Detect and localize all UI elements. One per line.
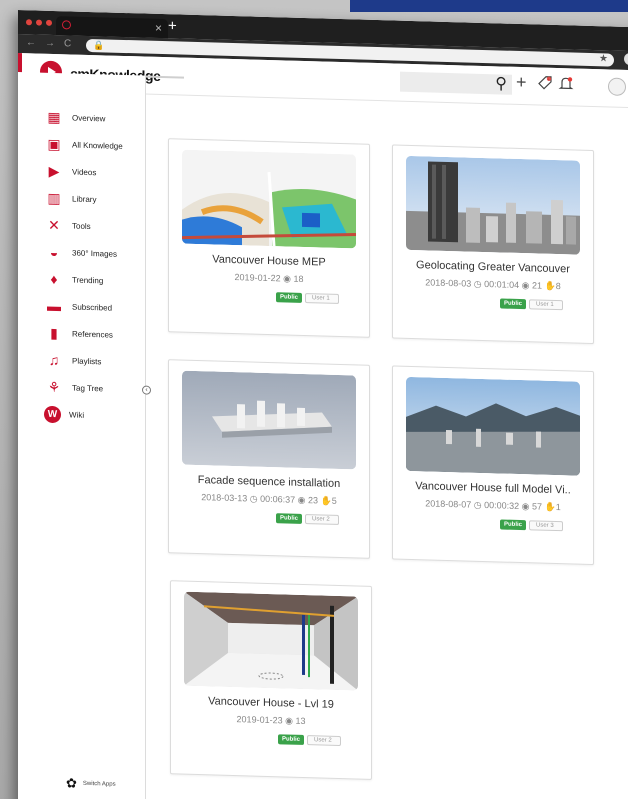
- sidebar-item-label: Trending: [72, 275, 104, 285]
- sidebar-item-label: All Knowledge: [72, 140, 123, 151]
- public-badge: Public: [276, 513, 303, 524]
- card-tags: Public User 1: [500, 298, 563, 311]
- tools-icon: ✕: [48, 216, 60, 233]
- panorama-icon: ◒: [49, 243, 59, 261]
- user-tag[interactable]: User 2: [305, 514, 339, 525]
- sidebar-item-label: Wiki: [69, 409, 85, 420]
- sidebar-item-label: Playlists: [72, 356, 102, 366]
- sidebar-item-tag-tree[interactable]: ⚘ Tag Tree: [44, 377, 144, 400]
- forward-icon[interactable]: →: [45, 38, 55, 49]
- card-meta: 2019-01-23 ◉ 13: [236, 714, 306, 727]
- wiki-icon: W: [44, 405, 61, 423]
- user-tag[interactable]: User 3: [529, 520, 563, 532]
- apps-grid-icon: ✿: [66, 775, 77, 791]
- sidebar-item-wiki[interactable]: W Wiki: [44, 404, 144, 427]
- card-tags: Public User 3: [500, 519, 563, 532]
- library-icon: ▥: [47, 189, 61, 206]
- content-card[interactable]: Vancouver House MEP 2019-01-22 ◉ 18 Publ…: [168, 138, 370, 338]
- browser-window: × + ← → C 🔒 ★ cmKnowledge ⚲ +: [18, 10, 628, 799]
- public-badge: Public: [500, 519, 527, 531]
- video-icon: ▶: [48, 162, 60, 179]
- sidebar-item-360-images[interactable]: ◒ 360° Images: [44, 242, 144, 265]
- background-banner: [350, 0, 628, 12]
- content-card[interactable]: Facade sequence installation 2018-03-13 …: [168, 359, 370, 559]
- browser-account-icon[interactable]: [624, 52, 628, 66]
- sidebar-item-tools[interactable]: ✕ Tools: [44, 215, 144, 238]
- card-tags: Public User 2: [278, 734, 341, 747]
- tag-tree-icon: ⚘: [47, 378, 61, 395]
- sidebar-item-subscribed[interactable]: ▬ Subscribed: [44, 296, 144, 319]
- tag-icon[interactable]: [537, 74, 553, 95]
- bookmark-icon: ▮: [50, 324, 58, 341]
- sidebar-item-references[interactable]: ▮ References: [44, 323, 144, 346]
- bookmark-star-icon[interactable]: ★: [599, 53, 608, 64]
- card-title[interactable]: Geolocating Greater Vancouver: [399, 259, 587, 276]
- sidebar-item-trending[interactable]: ♦ Trending: [44, 269, 144, 292]
- sidebar-item-label: Videos: [72, 167, 97, 177]
- user-tag[interactable]: User 2: [307, 735, 341, 747]
- sidebar: ▦ Overview ▣ All Knowledge ▶ Videos ▥ Librar…: [18, 72, 146, 799]
- sidebar-item-videos[interactable]: ▶ Videos: [44, 161, 144, 184]
- card-title[interactable]: Vancouver House full Model Vi..: [399, 480, 587, 497]
- playlist-icon: ♫: [48, 351, 60, 369]
- browser-nav: ← → C: [26, 37, 71, 49]
- sidebar-item-label: Overview: [72, 113, 106, 123]
- sidebar-item-overview[interactable]: ▦ Overview: [44, 107, 144, 130]
- card-title[interactable]: Vancouver House - Lvl 19: [177, 694, 365, 711]
- public-badge: Public: [276, 292, 303, 303]
- reload-icon[interactable]: C: [64, 38, 71, 49]
- user-avatar[interactable]: [608, 77, 626, 96]
- card-meta: 2018-08-07 ◷ 00:00:32 ◉ 57 ✋1: [425, 498, 561, 513]
- card-meta: 2018-08-03 ◷ 00:01:04 ◉ 21 ✋8: [425, 277, 561, 292]
- tab-favicon-icon: [62, 20, 71, 30]
- content-card[interactable]: Vancouver House full Model Vi.. 2018-08-…: [392, 365, 594, 566]
- bell-icon[interactable]: [558, 75, 574, 96]
- sidebar-item-label: References: [72, 329, 113, 340]
- card-thumbnail: [406, 376, 580, 476]
- window-controls[interactable]: [26, 19, 52, 26]
- sidebar-item-label: 360° Images: [72, 248, 118, 259]
- sidebar-item-label: Library: [72, 194, 97, 204]
- sidebar-item-label: Tag Tree: [72, 383, 104, 393]
- user-tag[interactable]: User 1: [305, 293, 339, 304]
- sidebar-item-library[interactable]: ▥ Library: [44, 188, 144, 211]
- lock-icon: 🔒: [93, 40, 105, 51]
- sidebar-item-label: Subscribed: [72, 302, 113, 313]
- switch-apps-label: Switch Apps: [82, 780, 116, 788]
- subscribe-icon: ▬: [47, 297, 61, 315]
- flame-icon: ♦: [50, 270, 58, 288]
- card-thumbnail: [184, 591, 358, 691]
- tab-close-icon[interactable]: ×: [155, 21, 162, 35]
- switch-apps-button[interactable]: ✿ Switch Apps: [66, 775, 116, 792]
- sidebar-item-playlists[interactable]: ♫ Playlists: [44, 350, 144, 373]
- card-meta: 2019-01-22 ◉ 18: [234, 272, 304, 284]
- card-thumbnail: [182, 370, 356, 470]
- new-tab-button[interactable]: +: [168, 17, 177, 34]
- card-meta: 2018-03-13 ◷ 00:06:37 ◉ 23 ✋5: [201, 492, 337, 506]
- knowledge-icon: ▣: [47, 135, 61, 152]
- card-tags: Public User 1: [276, 292, 339, 304]
- card-thumbnail: [406, 155, 580, 255]
- card-tags: Public User 2: [276, 513, 339, 525]
- search-icon[interactable]: ⚲: [495, 73, 507, 93]
- user-tag[interactable]: User 1: [529, 299, 563, 311]
- screenshot-stage: × + ← → C 🔒 ★ cmKnowledge ⚲ +: [0, 0, 628, 799]
- sidebar-item-all-knowledge[interactable]: ▣ All Knowledge: [44, 134, 144, 157]
- public-badge: Public: [278, 734, 305, 745]
- card-title[interactable]: Facade sequence installation: [175, 473, 363, 490]
- sidebar-item-label: Tools: [72, 221, 91, 231]
- collapse-sidebar-button[interactable]: ‹: [142, 385, 151, 395]
- back-icon[interactable]: ←: [26, 37, 36, 48]
- overview-icon: ▦: [47, 108, 61, 125]
- card-thumbnail: [182, 149, 356, 249]
- card-title[interactable]: Vancouver House MEP: [175, 252, 363, 269]
- public-badge: Public: [500, 298, 527, 310]
- add-icon[interactable]: +: [516, 72, 527, 93]
- content-card[interactable]: Vancouver House - Lvl 19 2019-01-23 ◉ 13…: [170, 580, 372, 780]
- content-card[interactable]: Geolocating Greater Vancouver 2018-08-03…: [392, 144, 594, 345]
- search-input[interactable]: ⚲: [400, 71, 512, 95]
